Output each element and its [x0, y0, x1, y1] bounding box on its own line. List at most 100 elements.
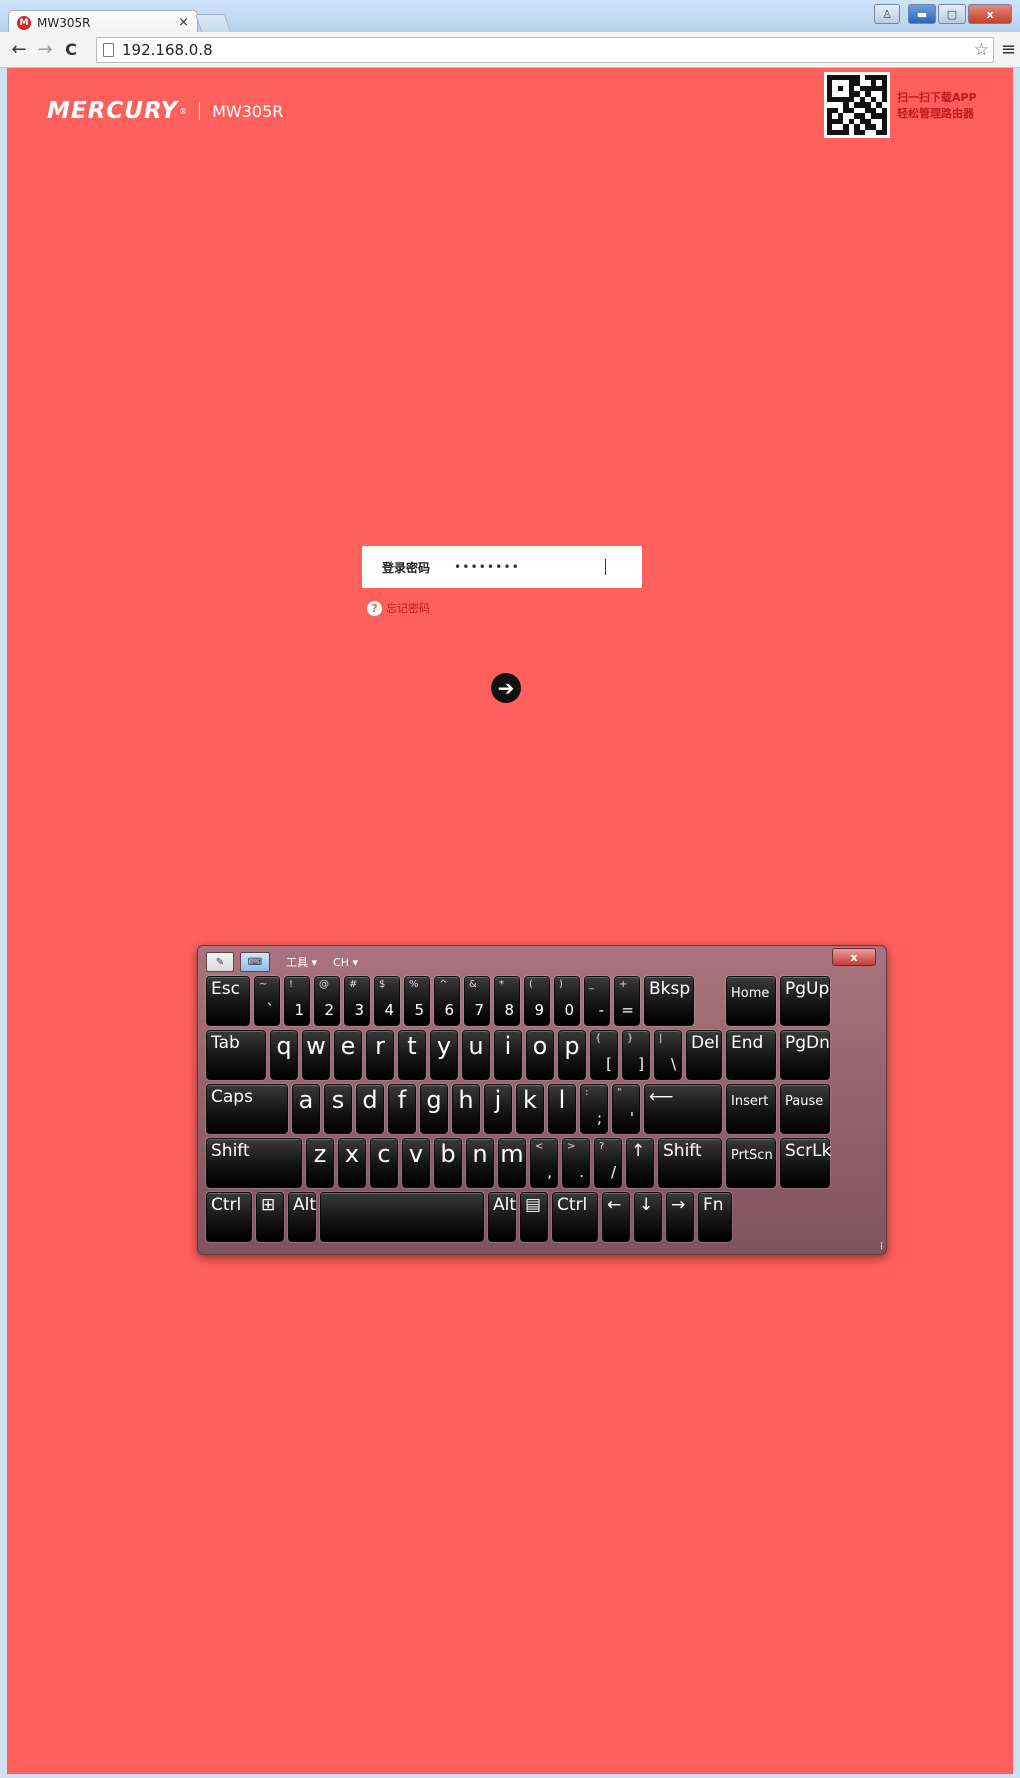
osk-key-y[interactable]: y — [430, 1030, 458, 1080]
bookmark-star-icon[interactable]: ☆ — [974, 40, 989, 60]
maximize-button[interactable]: ▢ — [938, 4, 966, 24]
osk-key-a[interactable]: a — [292, 1084, 320, 1134]
osk-tools-menu[interactable]: 工具 ▾ — [286, 954, 317, 970]
osk-key-insert[interactable]: Insert — [726, 1084, 776, 1134]
osk-key-space[interactable] — [320, 1192, 484, 1242]
osk-key-label: Bksp — [649, 979, 691, 999]
osk-key-pgdn[interactable]: PgDn — [780, 1030, 830, 1080]
handwriting-pen-icon[interactable]: ✎ — [206, 952, 234, 972]
osk-key-tilde[interactable]: ~ ` — [254, 976, 280, 1026]
browser-menu-icon[interactable]: ≡ — [1001, 39, 1016, 60]
osk-key-e[interactable]: e — [334, 1030, 362, 1080]
osk-key-lctrl[interactable]: Ctrl — [206, 1192, 252, 1242]
osk-key-2[interactable]: @2 — [314, 976, 340, 1026]
osk-key-slash[interactable]: ? / — [594, 1138, 622, 1188]
osk-close-button[interactable]: x — [832, 948, 876, 966]
osk-key-j[interactable]: j — [484, 1084, 512, 1134]
new-tab-button[interactable] — [194, 14, 232, 32]
osk-key-enter[interactable]: ⟵ — [644, 1084, 722, 1134]
osk-key-rshift[interactable]: Shift — [658, 1138, 722, 1188]
osk-key-w[interactable]: w — [302, 1030, 330, 1080]
reload-icon[interactable]: C — [58, 40, 84, 59]
osk-key-up[interactable]: ↑ — [626, 1138, 654, 1188]
osk-key-8[interactable]: * 8 — [494, 976, 520, 1026]
osk-key-7[interactable]: & 7 — [464, 976, 490, 1026]
osk-key-rbrace[interactable]: }] — [622, 1030, 650, 1080]
osk-key-t[interactable]: t — [398, 1030, 426, 1080]
back-arrow-icon[interactable]: ← — [6, 39, 32, 60]
resize-grip-icon[interactable]: ⁞ — [880, 1241, 883, 1252]
address-bar[interactable]: 192.168.0.8 ☆ — [96, 37, 994, 63]
osk-key-semi[interactable]: :; — [580, 1084, 608, 1134]
osk-key-r[interactable]: r — [366, 1030, 394, 1080]
osk-key-home[interactable]: Home — [726, 976, 776, 1026]
osk-key-tab[interactable]: Tab — [206, 1030, 266, 1080]
osk-key-k[interactable]: k — [516, 1084, 544, 1134]
osk-key-z[interactable]: z — [306, 1138, 334, 1188]
osk-key-n[interactable]: n — [466, 1138, 494, 1188]
osk-key-1[interactable]: ! 1 — [284, 976, 310, 1026]
osk-key-comma[interactable]: <, — [530, 1138, 558, 1188]
close-window-button[interactable]: x — [968, 4, 1012, 24]
osk-key-3[interactable]: #3 — [344, 976, 370, 1026]
osk-key-scrlk[interactable]: ScrLk — [780, 1138, 831, 1188]
osk-key-b[interactable]: b — [434, 1138, 462, 1188]
osk-key-6[interactable]: ^ 6 — [434, 976, 460, 1026]
osk-key-lalt[interactable]: Alt — [288, 1192, 316, 1242]
osk-key-u[interactable]: u — [462, 1030, 490, 1080]
osk-key-quote[interactable]: " ' — [612, 1084, 640, 1134]
osk-key-0[interactable]: ) 0 — [554, 976, 580, 1026]
osk-key-d[interactable]: d — [356, 1084, 384, 1134]
minimize-button[interactable]: ▬ — [908, 4, 936, 24]
osk-key-esc[interactable]: Esc — [206, 976, 250, 1026]
osk-key-l[interactable]: l — [548, 1084, 576, 1134]
osk-key-prtscn[interactable]: PrtScn — [726, 1138, 776, 1188]
password-field-box[interactable]: 登录密码 •••••••• — [362, 546, 642, 588]
osk-key-appmenu[interactable]: ▤ — [520, 1192, 548, 1242]
osk-key-lshift[interactable]: Shift — [206, 1138, 302, 1188]
browser-tab[interactable]: M MW305R × — [8, 10, 198, 34]
osk-key-left[interactable]: ← — [602, 1192, 630, 1242]
osk-key-right[interactable]: → — [666, 1192, 694, 1242]
forgot-password-link[interactable]: ? 忘记密码 — [367, 600, 430, 616]
osk-key-pgup[interactable]: PgUp — [780, 976, 830, 1026]
osk-key-win[interactable]: ⊞ — [256, 1192, 284, 1242]
osk-key-o[interactable]: o — [526, 1030, 554, 1080]
tab-close-icon[interactable]: × — [178, 15, 189, 30]
osk-key-bksp[interactable]: Bksp — [644, 976, 694, 1026]
osk-key-9[interactable]: (9 — [524, 976, 550, 1026]
osk-key-4[interactable]: $4 — [374, 976, 400, 1026]
osk-key-x[interactable]: x — [338, 1138, 366, 1188]
osk-key-5[interactable]: % 5 — [404, 976, 430, 1026]
osk-language-menu[interactable]: CH ▾ — [333, 956, 358, 969]
osk-key-g[interactable]: g — [420, 1084, 448, 1134]
osk-key-fn[interactable]: Fn — [698, 1192, 732, 1242]
osk-key-s[interactable]: s — [324, 1084, 352, 1134]
osk-key-period[interactable]: >. — [562, 1138, 590, 1188]
password-input[interactable]: •••••••• — [454, 560, 604, 574]
osk-key-minus[interactable]: _ - — [584, 976, 610, 1026]
login-submit-button[interactable]: ➔ — [491, 673, 521, 703]
osk-key-q[interactable]: q — [270, 1030, 298, 1080]
osk-key-m[interactable]: m — [498, 1138, 526, 1188]
osk-key-h[interactable]: h — [452, 1084, 480, 1134]
osk-key-lbrace[interactable]: {[ — [590, 1030, 618, 1080]
osk-key-ralt[interactable]: Alt — [488, 1192, 516, 1242]
osk-key-end[interactable]: End — [726, 1030, 776, 1080]
osk-key-i[interactable]: i — [494, 1030, 522, 1080]
forward-arrow-icon[interactable]: → — [32, 39, 58, 60]
osk-key-caps[interactable]: Caps — [206, 1084, 288, 1134]
keyboard-icon[interactable]: ⌨ — [240, 952, 270, 972]
osk-key-del[interactable]: Del — [686, 1030, 722, 1080]
osk-key-rctrl[interactable]: Ctrl — [552, 1192, 598, 1242]
app-qr-code — [824, 72, 890, 138]
user-profile-icon[interactable]: ♙ — [874, 4, 900, 24]
osk-key-p[interactable]: p — [558, 1030, 586, 1080]
osk-key-f[interactable]: f — [388, 1084, 416, 1134]
osk-key-down[interactable]: ↓ — [634, 1192, 662, 1242]
osk-key-v[interactable]: v — [402, 1138, 430, 1188]
osk-key-pipe[interactable]: | \ — [654, 1030, 682, 1080]
osk-key-pause[interactable]: Pause — [780, 1084, 830, 1134]
osk-key-c[interactable]: c — [370, 1138, 398, 1188]
osk-key-equal[interactable]: + = — [614, 976, 640, 1026]
